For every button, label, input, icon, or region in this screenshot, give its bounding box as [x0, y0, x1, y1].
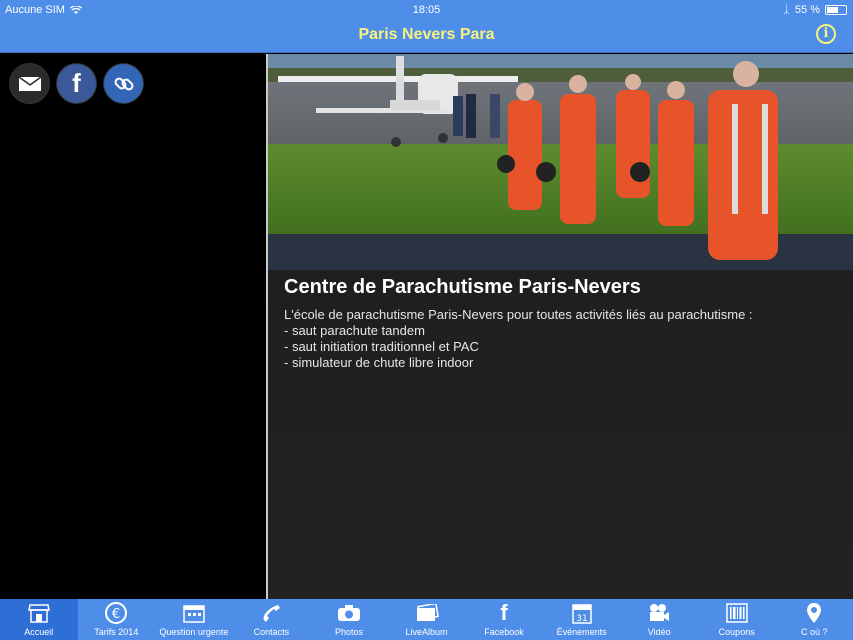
barcode-icon	[725, 603, 748, 623]
mail-icon	[18, 75, 41, 91]
info-icon[interactable]: i	[816, 24, 836, 44]
tab-video[interactable]: Vidéo	[620, 599, 698, 640]
status-right: ᛣ 55 %	[783, 4, 847, 16]
tab-label: Contacts	[253, 627, 290, 637]
facebook-button[interactable]: f	[57, 64, 96, 103]
app-title: Paris Nevers Para	[358, 26, 495, 43]
status-bar: Aucune SIM 18:05 ᛣ 55 %	[0, 0, 853, 20]
mail-button[interactable]	[10, 64, 49, 103]
description-line: L'école de parachutisme Paris-Nevers pou…	[284, 307, 753, 322]
tab-accueil[interactable]: Accueil	[0, 599, 78, 640]
parachutists-illustration	[278, 56, 778, 260]
tab-label: LiveAlbum	[405, 627, 448, 637]
tab-label: Facebook	[484, 627, 524, 637]
main-content: Centre de Parachutisme Paris-Nevers L'éc…	[268, 54, 853, 599]
social-buttons: f	[10, 64, 143, 103]
description-block: Centre de Parachutisme Paris-Nevers L'éc…	[284, 276, 753, 371]
tab-livealbum[interactable]: LiveAlbum	[388, 599, 466, 640]
pin-icon	[807, 603, 822, 623]
facebook-icon: f	[72, 68, 81, 98]
sidebar: f	[0, 54, 266, 599]
tab-label: Accueil	[24, 627, 54, 637]
bluetooth-icon: ᛣ	[783, 4, 790, 16]
camera-icon	[337, 605, 360, 621]
battery-icon	[825, 5, 847, 15]
euro-icon: €	[105, 602, 128, 624]
tab-label: Événements	[556, 627, 607, 637]
clock: 18:05	[412, 4, 441, 16]
tab-facebook[interactable]: f Facebook	[465, 599, 543, 640]
link-icon	[114, 77, 133, 90]
phone-icon	[264, 605, 281, 622]
hero-photo	[268, 54, 853, 270]
tab-location[interactable]: C où ?	[775, 599, 853, 640]
description-line: - simulateur de chute libre indoor	[284, 355, 474, 370]
tab-label: Coupons	[718, 627, 755, 637]
calendar-icon: 31	[571, 604, 592, 624]
svg-text:31: 31	[576, 614, 587, 624]
nav-bar: Paris Nevers Para i	[0, 20, 853, 53]
tab-label: C où ?	[800, 627, 828, 637]
description-line: - saut parachute tandem	[284, 323, 425, 338]
tab-label: Question urgente	[159, 627, 229, 637]
svg-text:€: €	[112, 607, 120, 622]
page-heading: Centre de Parachutisme Paris-Nevers	[284, 276, 641, 298]
video-icon	[650, 604, 670, 621]
battery-label: 55 %	[794, 4, 820, 16]
album-icon	[416, 604, 439, 621]
tab-tarifs[interactable]: € Tarifs 2014	[78, 599, 156, 640]
tab-coupons[interactable]: Coupons	[698, 599, 776, 640]
tab-bar: Accueil € Tarifs 2014 Question urgente C…	[0, 599, 853, 640]
description-line: - saut initiation traditionnel et PAC	[284, 339, 479, 354]
tab-question[interactable]: Question urgente	[155, 599, 233, 640]
calendar-icon	[183, 605, 205, 623]
tab-label: Vidéo	[647, 627, 671, 637]
facebook-icon: f	[500, 600, 508, 625]
tab-photos[interactable]: Photos	[310, 599, 388, 640]
tab-contacts[interactable]: Contacts	[233, 599, 311, 640]
tab-label: Tarifs 2014	[94, 627, 139, 637]
link-button[interactable]	[104, 64, 143, 103]
tab-label: Photos	[334, 627, 363, 637]
tab-evenements[interactable]: 31 Événements	[543, 599, 621, 640]
shop-icon	[27, 604, 50, 623]
